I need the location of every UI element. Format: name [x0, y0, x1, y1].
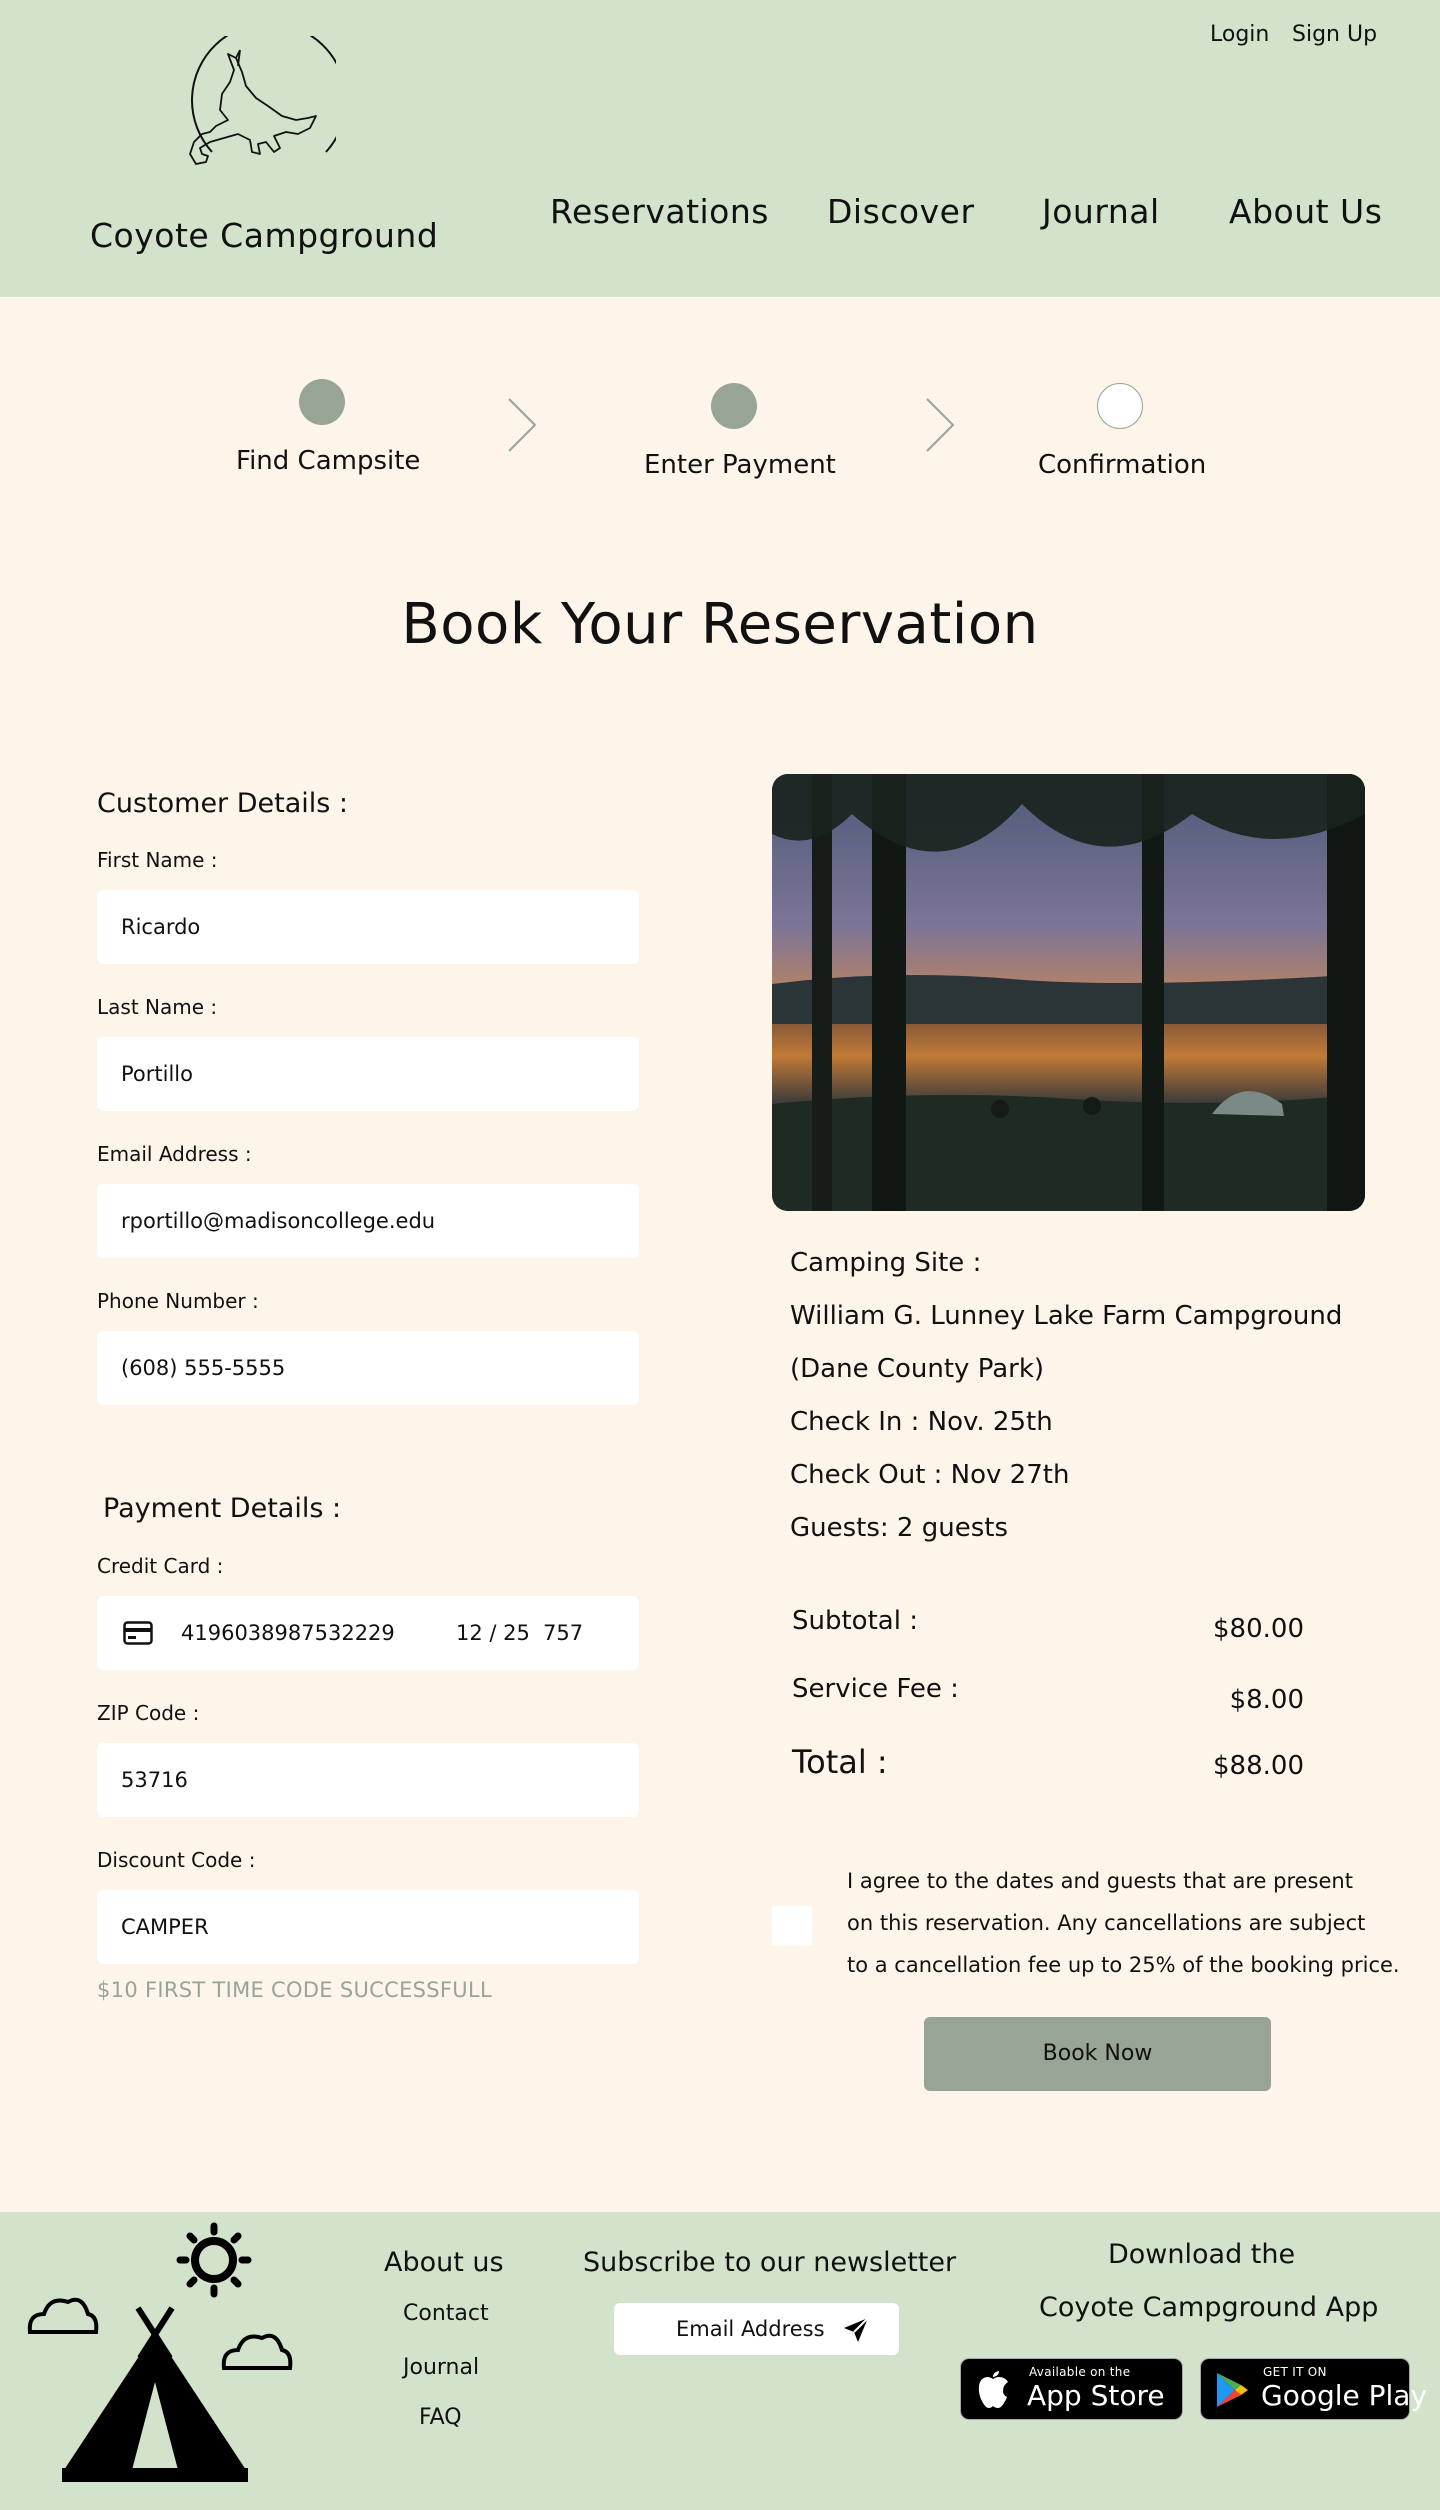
card-number-value: 4196038987532229	[181, 1621, 395, 1645]
footer-about-heading: About us	[384, 2247, 504, 2278]
newsletter-heading: Subscribe to our newsletter	[583, 2247, 957, 2278]
first-name-label: First Name :	[97, 848, 218, 872]
apple-icon	[978, 2371, 1008, 2408]
credit-card-icon	[123, 1621, 153, 1645]
app-heading-line2: Coyote Campground App	[1039, 2292, 1379, 2323]
card-cvc-value: 757	[543, 1621, 584, 1645]
agreement-text-line: to a cancellation fee up to 25% of the b…	[847, 1953, 1400, 1977]
last-name-label: Last Name :	[97, 995, 218, 1019]
subtotal-label: Subtotal :	[792, 1606, 918, 1636]
agree-checkbox[interactable]	[772, 1906, 812, 1946]
tent-illustration-icon	[27, 2222, 293, 2482]
phone-value: (608) 555-5555	[121, 1356, 286, 1380]
card-expiry-value: 12 / 25	[456, 1621, 530, 1645]
discount-field[interactable]: CAMPER	[97, 1890, 639, 1964]
app-store-small-text: Available on the	[1029, 2365, 1131, 2379]
send-icon[interactable]	[842, 2316, 870, 2344]
footer-journal-link[interactable]: Journal	[403, 2355, 479, 2380]
google-play-badge[interactable]: GET IT ON Google Play	[1200, 2358, 1427, 2420]
step-confirmation-dot	[1097, 383, 1143, 429]
discount-success-message: $10 FIRST TIME CODE SUCCESSFULL	[97, 1978, 492, 2002]
login-link[interactable]: Login	[1210, 22, 1269, 47]
step-enter-payment-dot	[711, 383, 757, 429]
customer-details-heading: Customer Details :	[97, 788, 349, 819]
service-fee-value: $8.00	[1229, 1685, 1304, 1715]
signup-link[interactable]: Sign Up	[1292, 22, 1377, 47]
google-play-small-text: GET IT ON	[1263, 2365, 1327, 2379]
check-out-date: Check Out : Nov 27th	[790, 1460, 1070, 1490]
chevron-right-icon	[926, 398, 955, 452]
total-label: Total :	[792, 1743, 888, 1781]
google-play-icon	[1217, 2373, 1248, 2407]
phone-field[interactable]: (608) 555-5555	[97, 1331, 639, 1405]
nav-about-us[interactable]: About Us	[1229, 192, 1382, 231]
step-confirmation-label: Confirmation	[1038, 450, 1207, 480]
page-title: Book Your Reservation	[401, 592, 1039, 657]
first-name-value: Ricardo	[121, 915, 201, 939]
discount-label: Discount Code :	[97, 1848, 256, 1872]
discount-value: CAMPER	[121, 1915, 209, 1939]
sun-icon	[176, 2222, 252, 2298]
nav-reservations[interactable]: Reservations	[550, 192, 769, 231]
site-header: Coyote Campground Login Sign Up Reservat…	[0, 0, 1440, 297]
app-store-big-text: App Store	[1027, 2379, 1165, 2412]
check-in-date: Check In : Nov. 25th	[790, 1407, 1053, 1437]
brand-name[interactable]: Coyote Campground	[90, 216, 438, 255]
step-find-campsite-label: Find Campsite	[236, 446, 421, 476]
guest-count: Guests: 2 guests	[790, 1513, 1009, 1543]
book-now-button[interactable]: Book Now	[924, 2017, 1271, 2091]
email-label: Email Address :	[97, 1142, 252, 1166]
agreement-text-line: on this reservation. Any cancellations a…	[847, 1911, 1366, 1935]
first-name-field[interactable]: Ricardo	[97, 890, 639, 964]
phone-label: Phone Number :	[97, 1289, 259, 1313]
zip-label: ZIP Code :	[97, 1701, 200, 1725]
campground-park: (Dane County Park)	[790, 1354, 1045, 1384]
nav-discover[interactable]: Discover	[827, 192, 975, 231]
agreement-text-line: I agree to the dates and guests that are…	[847, 1869, 1353, 1893]
newsletter-email-input[interactable]: Email Address	[614, 2303, 899, 2355]
email-field[interactable]: rportillo@madisoncollege.edu	[97, 1184, 639, 1258]
app-store-badge[interactable]: Available on the App Store	[960, 2358, 1183, 2420]
nav-journal[interactable]: Journal	[1042, 192, 1160, 231]
last-name-field[interactable]: Portillo	[97, 1037, 639, 1111]
footer-faq-link[interactable]: FAQ	[419, 2405, 462, 2430]
chevron-right-icon	[508, 398, 537, 452]
total-value: $88.00	[1213, 1751, 1304, 1781]
credit-card-field[interactable]: 4196038987532229 12 / 25 757	[97, 1596, 639, 1670]
campground-name: William G. Lunney Lake Farm Campground	[790, 1301, 1343, 1331]
subtotal-value: $80.00	[1213, 1614, 1304, 1644]
service-fee-label: Service Fee :	[792, 1674, 959, 1704]
last-name-value: Portillo	[121, 1062, 193, 1086]
step-find-campsite-dot	[299, 379, 345, 425]
payment-details-heading: Payment Details :	[103, 1493, 342, 1524]
email-value: rportillo@madisoncollege.edu	[121, 1209, 436, 1233]
app-heading-line1: Download the	[1108, 2239, 1296, 2270]
camping-site-label: Camping Site :	[790, 1248, 982, 1278]
campsite-photo	[772, 774, 1365, 1211]
zip-field[interactable]: 53716	[97, 1743, 639, 1817]
footer-contact-link[interactable]: Contact	[403, 2301, 489, 2326]
zip-value: 53716	[121, 1768, 188, 1792]
google-play-big-text: Google Play	[1261, 2379, 1428, 2412]
credit-card-label: Credit Card :	[97, 1554, 224, 1578]
coyote-logo-icon[interactable]	[176, 36, 336, 178]
email-placeholder: Email Address	[676, 2317, 825, 2341]
step-enter-payment-label: Enter Payment	[644, 450, 836, 480]
